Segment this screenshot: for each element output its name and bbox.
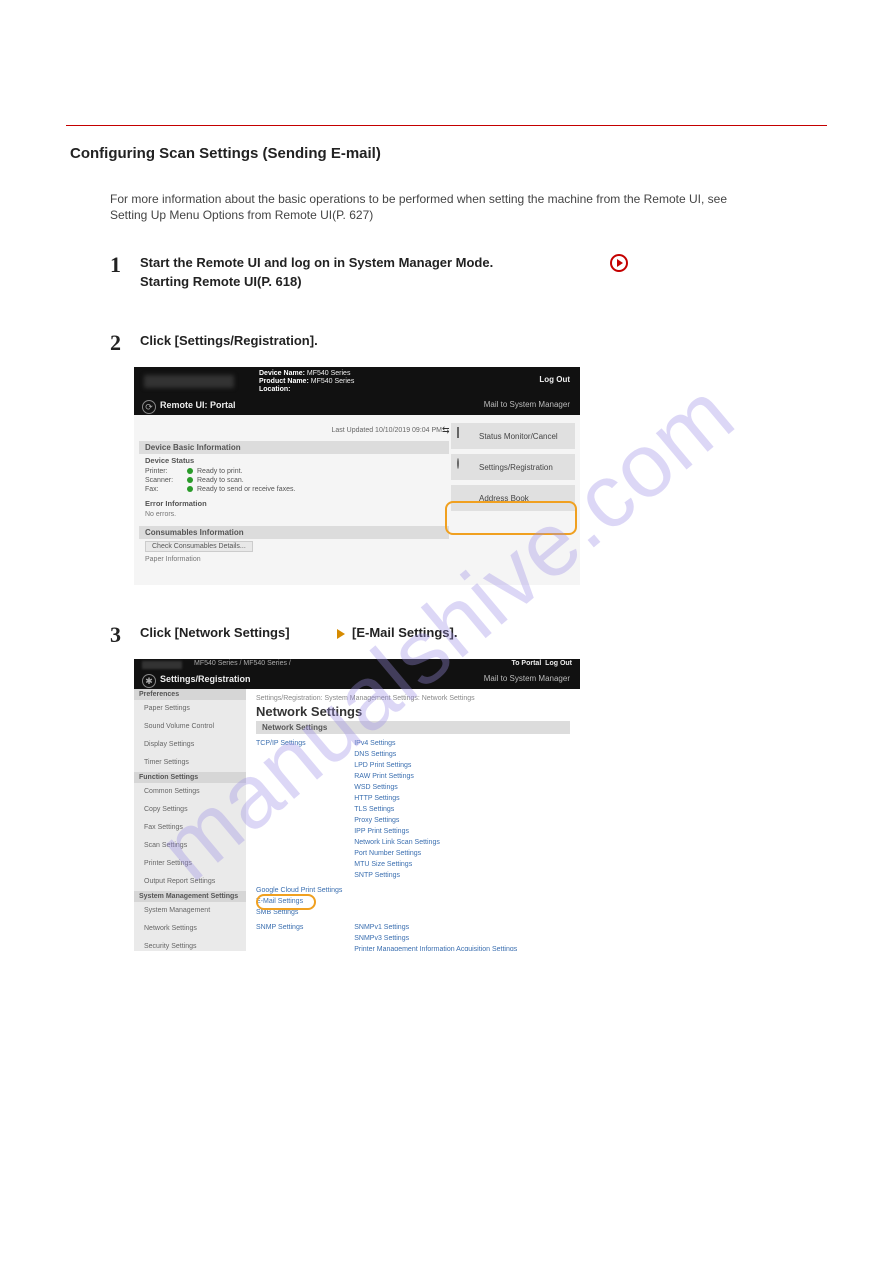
step3-text-b: [E-Mail Settings]. [352, 625, 457, 640]
logout-link[interactable]: Log Out [545, 660, 572, 667]
status-dot-icon [187, 486, 193, 492]
gear-icon: ✱ [142, 674, 156, 688]
mail-link[interactable]: Mail to System Manager [484, 400, 570, 409]
consumables-header: Consumables Information [139, 526, 449, 539]
settings-registration-button[interactable]: Settings/Registration [451, 454, 575, 480]
breadcrumb-top: MF540 Series / MF540 Series / [194, 660, 291, 667]
link-proxy-settings[interactable]: Proxy Settings [354, 815, 440, 826]
fax-status: Ready to send or receive faxes. [197, 486, 295, 493]
play-icon [610, 254, 628, 272]
address-book-button[interactable]: Address Book [451, 485, 575, 511]
link-ipp-print-settings[interactable]: IPP Print Settings [354, 826, 440, 837]
logout-link[interactable]: Log Out [539, 375, 570, 384]
arrow-icon [337, 629, 345, 639]
sidebar-item-volume[interactable]: Sound Volume Control [134, 718, 246, 736]
status-monitor-button[interactable]: Status Monitor/Cancel [451, 423, 575, 449]
step2-text: Click [Settings/Registration]. [140, 333, 318, 348]
screenshot-portal: Device Name: MF540 Series Product Name: … [134, 367, 580, 585]
sidebar-header-preferences: Preferences [134, 689, 246, 700]
link-tcpip[interactable]: TCP/IP Settings [256, 738, 352, 749]
link-wsd-settings[interactable]: WSD Settings [354, 782, 440, 793]
logo-blur [144, 375, 234, 388]
note-paragraph: For more information about the basic ope… [110, 190, 827, 208]
link-pmia[interactable]: Printer Management Information Acquisiti… [354, 944, 517, 951]
mail-link[interactable]: Mail to System Manager [484, 674, 570, 683]
error-info-label: Error Information [139, 494, 449, 509]
link-port-number-settings[interactable]: Port Number Settings [354, 848, 440, 859]
fax-label: Fax: [145, 486, 187, 493]
step1-link[interactable]: Starting Remote UI(P. 618) [140, 274, 302, 289]
sidebar-item-paper[interactable]: Paper Settings [134, 700, 246, 718]
sidebar-item-scan[interactable]: Scan Settings [134, 837, 246, 855]
no-errors: No errors. [139, 509, 449, 520]
link-mtu-size-settings[interactable]: MTU Size Settings [354, 859, 440, 870]
step1-number: 1 [110, 252, 121, 278]
to-portal-link[interactable]: To Portal [511, 660, 541, 667]
network-settings-sub: Network Settings [256, 721, 570, 734]
scanner-status: Ready to scan. [197, 477, 244, 484]
status-dot-icon [187, 468, 193, 474]
link-snmp[interactable]: SNMP Settings [256, 922, 352, 933]
sidebar-item-security[interactable]: Security Settings [134, 938, 246, 951]
link-raw-print-settings[interactable]: RAW Print Settings [354, 771, 440, 782]
link-tls-settings[interactable]: TLS Settings [354, 804, 440, 815]
refresh-icon: ⟳ [142, 400, 156, 414]
sidebar-item-timer[interactable]: Timer Settings [134, 754, 246, 772]
status-dot-icon [187, 477, 193, 483]
settings-title: Settings/Registration [160, 674, 251, 684]
gear-icon [457, 458, 459, 469]
link-dns-settings[interactable]: DNS Settings [354, 749, 440, 760]
paper-info-label: Paper Information [139, 554, 449, 565]
screenshot-network-settings: MF540 Series / MF540 Series / To Portal … [134, 659, 580, 951]
basic-info-header: Device Basic Information [139, 441, 449, 454]
breadcrumb: Settings/Registration: System Management… [256, 695, 570, 702]
printer-status: Ready to print. [197, 468, 243, 475]
link-sntp-settings[interactable]: SNTP Settings [354, 870, 440, 881]
check-consumables-button[interactable]: Check Consumables Details... [145, 541, 253, 552]
sidebar-item-fax[interactable]: Fax Settings [134, 819, 246, 837]
link-smb[interactable]: SMB Settings [256, 907, 570, 918]
sidebar-item-printer[interactable]: Printer Settings [134, 855, 246, 873]
sidebar: Preferences Paper Settings Sound Volume … [134, 689, 246, 951]
portal-title: Remote UI: Portal [160, 400, 236, 410]
status-icon [457, 427, 459, 438]
printer-label: Printer: [145, 468, 187, 475]
link-lpd-print-settings[interactable]: LPD Print Settings [354, 760, 440, 771]
link-gcp[interactable]: Google Cloud Print Settings [256, 885, 570, 896]
red-divider [66, 125, 827, 126]
sidebar-item-network[interactable]: Network Settings [134, 920, 246, 938]
sidebar-header-function: Function Settings [134, 772, 246, 783]
section-heading: Configuring Scan Settings (Sending E-mai… [70, 145, 381, 162]
device-status-label: Device Status [139, 454, 449, 467]
last-updated: Last Updated 10/10/2019 09:04 PM [331, 427, 442, 434]
sidebar-header-system: System Management Settings [134, 891, 246, 902]
step3-number: 3 [110, 622, 121, 648]
link-snmpv1[interactable]: SNMPv1 Settings [354, 922, 517, 933]
step2-number: 2 [110, 330, 121, 356]
sidebar-item-output[interactable]: Output Report Settings [134, 873, 246, 891]
link-ipv4-settings[interactable]: IPv4 Settings [354, 738, 440, 749]
sidebar-item-common[interactable]: Common Settings [134, 783, 246, 801]
step3-text-a: Click [Network Settings] [140, 625, 290, 640]
scanner-label: Scanner: [145, 477, 187, 484]
link-snmpv3[interactable]: SNMPv3 Settings [354, 933, 517, 944]
link-http-settings[interactable]: HTTP Settings [354, 793, 440, 804]
note-link[interactable]: Setting Up Menu Options from Remote UI(P… [110, 208, 373, 222]
device-info: Device Name: MF540 Series Product Name: … [259, 370, 354, 394]
step1-lead: Start the Remote UI and log on in System… [140, 255, 493, 270]
sidebar-item-display[interactable]: Display Settings [134, 736, 246, 754]
sidebar-item-copy[interactable]: Copy Settings [134, 801, 246, 819]
logo-blur [142, 661, 182, 669]
page-title: Network Settings [256, 704, 570, 719]
link-network-link-scan-settings[interactable]: Network Link Scan Settings [354, 837, 440, 848]
sidebar-item-sysmgmt[interactable]: System Management [134, 902, 246, 920]
link-email[interactable]: E-Mail Settings [256, 896, 303, 907]
